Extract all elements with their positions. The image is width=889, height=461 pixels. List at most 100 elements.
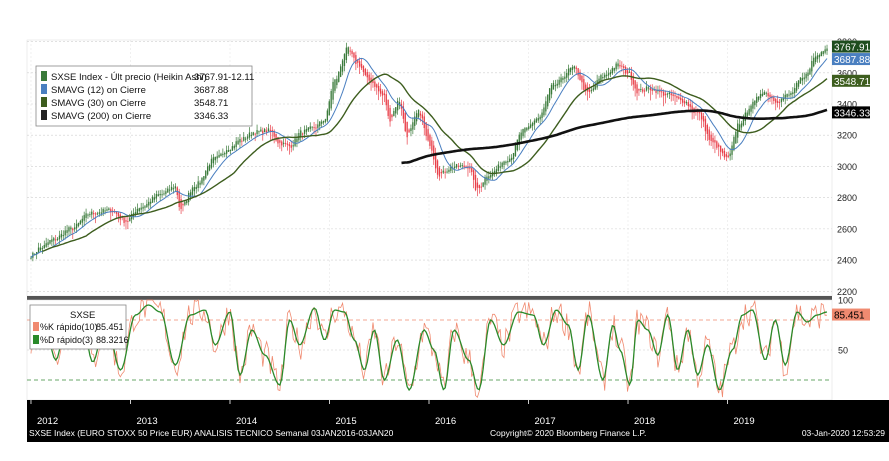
price-candle-body — [83, 215, 85, 221]
price-candle-body — [664, 93, 667, 96]
badge-stochastic-k: 85.451 — [832, 308, 870, 322]
price-candle-body — [803, 77, 805, 80]
price-candle-body — [444, 171, 446, 173]
price-candle-body — [180, 199, 182, 209]
price-candle-body — [573, 66, 576, 69]
price-candle-body — [104, 210, 106, 212]
price-candle-body — [526, 127, 528, 131]
price-candle-body — [746, 112, 748, 117]
price-candle-body — [567, 68, 570, 76]
price-candle-body — [661, 91, 663, 93]
price-candle-body — [282, 142, 285, 144]
price-candle-body — [224, 152, 226, 155]
price-candle-body — [797, 80, 800, 87]
price-candle-body — [457, 165, 460, 167]
price-candle-body — [547, 94, 549, 107]
price-candle-body — [136, 208, 139, 214]
price-candle-body — [307, 127, 310, 131]
price-candle-body — [809, 68, 811, 75]
price-candle-body — [575, 67, 577, 70]
price-candle-body — [594, 85, 596, 90]
price-candle-body — [528, 126, 530, 129]
price-candle-body — [716, 141, 718, 148]
price-candle-body — [231, 146, 234, 151]
price-candle-body — [72, 228, 74, 231]
price-candle-body — [687, 102, 690, 107]
price-candle-body — [642, 89, 644, 92]
price-candle-body — [186, 200, 188, 204]
price-candle-body — [550, 84, 553, 95]
price-candle-body — [330, 91, 332, 109]
price-legend: SXSE Index - Últ precio (Heikin Ashi) 37… — [35, 65, 254, 127]
price-candle-body — [127, 220, 129, 222]
price-candle-body — [410, 128, 412, 131]
price-candle-body — [319, 121, 321, 127]
price-candle-body — [279, 140, 281, 143]
price-candle-body — [58, 235, 61, 240]
price-candle-body — [349, 50, 351, 52]
price-candle-body — [562, 77, 564, 80]
price-candle-body — [773, 97, 775, 101]
price-candle-body — [640, 89, 642, 91]
price-candle-body — [733, 136, 735, 151]
price-candle-body — [387, 99, 389, 116]
price-candle-body — [628, 71, 631, 73]
price-candle-body — [588, 89, 591, 93]
price-candle-body — [216, 156, 218, 159]
price-candle-body — [780, 98, 783, 103]
price-candle-body — [471, 168, 473, 173]
price-candle-body — [529, 124, 532, 128]
price-candle-body — [195, 186, 197, 190]
price-candle-body — [611, 68, 614, 74]
price-candle-body — [801, 78, 803, 81]
svg-text:3548.71: 3548.71 — [194, 98, 228, 109]
price-candle-body — [334, 79, 336, 91]
price-candle-body — [503, 161, 505, 165]
price-candle-body — [263, 129, 266, 133]
price-candle-body — [218, 154, 220, 158]
price-candle-body — [636, 84, 638, 94]
price-candle-body — [351, 50, 353, 54]
price-candle-body — [345, 47, 348, 61]
price-candle-body — [718, 144, 720, 147]
price-candle-body — [243, 136, 245, 141]
price-candle-body — [571, 67, 574, 70]
price-candle-body — [776, 100, 779, 103]
price-candle-body — [704, 118, 707, 132]
price-candle-body — [364, 69, 367, 76]
chart-frame: 220024002600280030003200340036003800 501… — [0, 0, 889, 461]
price-candle-body — [738, 124, 741, 131]
price-candle-body — [225, 150, 228, 154]
price-candle-body — [820, 52, 822, 57]
price-candle-body — [233, 145, 235, 149]
price-candle-body — [79, 220, 82, 225]
price-candle-body — [647, 87, 650, 89]
price-candle-body — [347, 47, 349, 54]
price-candle-body — [96, 213, 99, 215]
price-candle-body — [301, 133, 304, 135]
svg-text:SMAVG (12) on Cierre: SMAVG (12) on Cierre — [51, 85, 146, 96]
legend-entry-smavg-200: SMAVG (200) on Cierre 3346.33 — [41, 110, 228, 122]
price-candle-body — [554, 85, 557, 87]
legend-entry-d: %D rápido(3) 88.3216 — [33, 335, 129, 345]
price-candle-body — [379, 88, 382, 94]
price-candle-body — [239, 139, 241, 143]
price-candle-body — [699, 112, 701, 114]
price-y-tick-label: 2400 — [837, 256, 857, 266]
price-candle-body — [332, 81, 334, 100]
price-candle-body — [91, 211, 93, 215]
price-candle-body — [813, 57, 815, 67]
svg-text:85.451: 85.451 — [96, 322, 124, 332]
price-candle-body — [155, 194, 158, 199]
svg-text:3687.88: 3687.88 — [194, 85, 228, 96]
price-candle-body — [85, 213, 87, 218]
price-candle-body — [292, 145, 294, 147]
svg-text:3346.33: 3346.33 — [834, 108, 871, 119]
price-y-tick-label: 3000 — [837, 162, 857, 172]
price-candle-body — [197, 181, 199, 189]
price-candle-body — [735, 131, 737, 144]
price-candle-body — [203, 176, 205, 181]
svg-text:88.3216: 88.3216 — [96, 335, 129, 345]
price-candle-body — [315, 127, 317, 129]
price-candle-body — [680, 97, 682, 101]
